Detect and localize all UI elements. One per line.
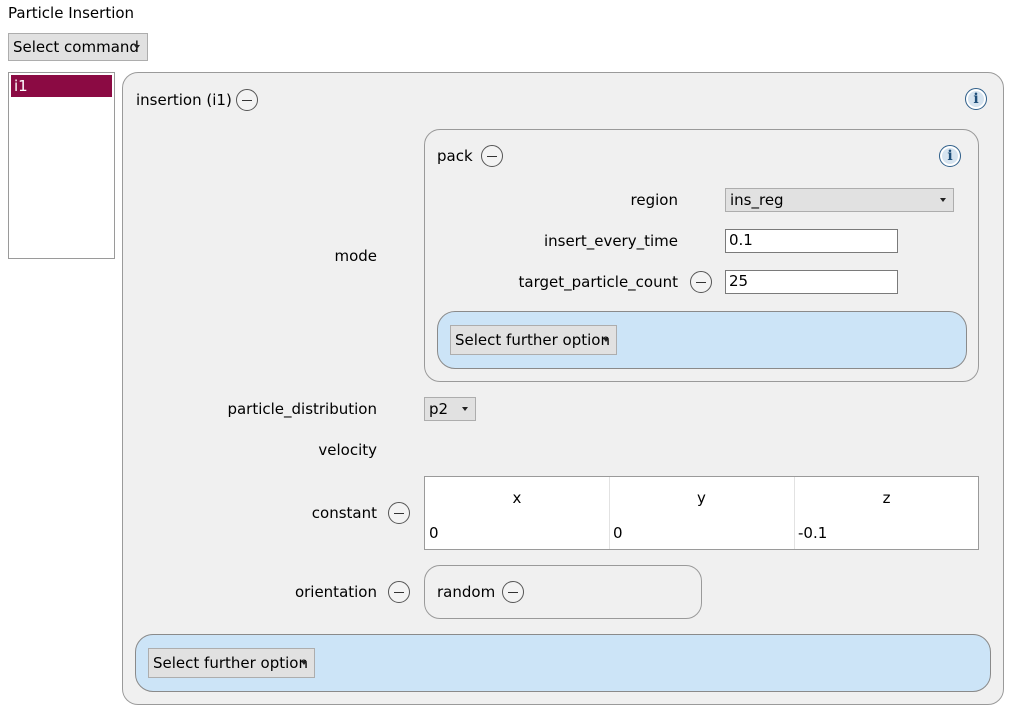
- insertion-list[interactable]: i1: [8, 72, 115, 259]
- orientation-label: orientation: [294, 583, 377, 601]
- remove-constant-button[interactable]: [388, 502, 410, 524]
- remove-random-button[interactable]: [502, 581, 524, 603]
- particle-distribution-label: particle_distribution: [227, 400, 377, 418]
- insertion-further-option-label: Select further option: [153, 654, 308, 672]
- page-title: Particle Insertion: [8, 4, 135, 22]
- table-cell-y[interactable]: 0: [613, 523, 623, 543]
- pack-further-option-label: Select further option: [455, 331, 610, 349]
- insert-every-time-field[interactable]: 0.1: [725, 229, 898, 253]
- chevron-down-icon: [462, 407, 468, 411]
- insert-every-time-label: insert_every_time: [543, 232, 678, 250]
- region-value: ins_reg: [730, 191, 784, 209]
- select-command-label: Select command: [13, 38, 139, 56]
- column-header-y: y: [697, 489, 706, 507]
- mode-label: mode: [334, 247, 377, 265]
- list-item-i1[interactable]: i1: [11, 75, 112, 97]
- region-label: region: [630, 191, 678, 209]
- pack-further-option-dropdown[interactable]: Select further option: [450, 325, 617, 355]
- insertion-further-option-dropdown[interactable]: Select further option: [148, 648, 315, 678]
- chevron-down-icon: [134, 45, 140, 49]
- remove-insertion-button[interactable]: [236, 89, 258, 111]
- chevron-down-icon: [940, 198, 946, 202]
- velocity-label: velocity: [318, 441, 377, 459]
- particle-distribution-dropdown[interactable]: p2: [424, 397, 476, 421]
- chevron-down-icon: [301, 661, 307, 665]
- remove-target-particle-count-button[interactable]: [690, 271, 712, 293]
- region-dropdown[interactable]: ins_reg: [725, 188, 954, 212]
- column-header-z: z: [882, 489, 891, 507]
- select-command-dropdown[interactable]: Select command: [8, 33, 148, 61]
- table-cell-x[interactable]: 0: [429, 523, 439, 543]
- remove-pack-button[interactable]: [481, 145, 503, 167]
- table-cell-z[interactable]: -0.1: [798, 523, 827, 543]
- remove-orientation-button[interactable]: [388, 581, 410, 603]
- constant-table: x y z 0 0 -0.1: [424, 476, 979, 550]
- column-header-x: x: [512, 489, 522, 507]
- info-icon[interactable]: i: [965, 88, 987, 110]
- target-particle-count-field[interactable]: 25: [725, 270, 898, 294]
- chevron-down-icon: [603, 338, 609, 342]
- target-particle-count-label: target_particle_count: [518, 273, 679, 291]
- particle-distribution-value: p2: [429, 400, 449, 418]
- insertion-title: insertion (i1): [136, 91, 232, 109]
- orientation-value: random: [437, 583, 496, 601]
- constant-label: constant: [311, 504, 377, 522]
- pack-title: pack: [437, 147, 473, 165]
- info-icon[interactable]: i: [939, 145, 961, 167]
